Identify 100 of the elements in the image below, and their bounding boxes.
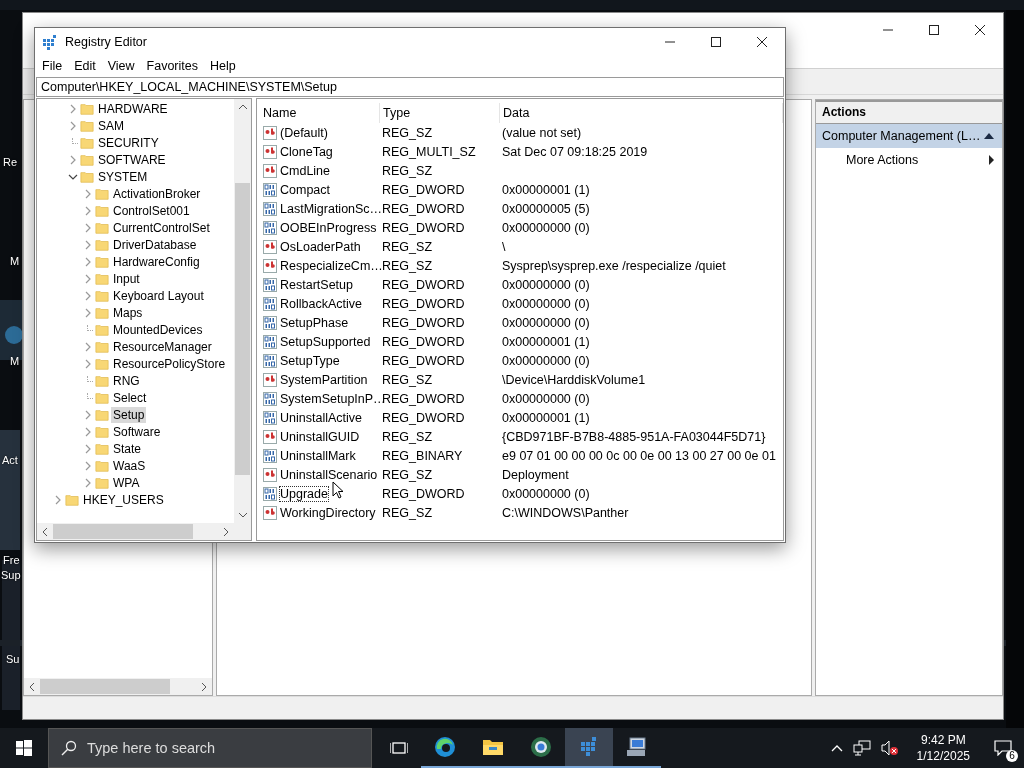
clock-date[interactable]: 1/12/2025 [916,748,970,764]
close-icon[interactable] [757,37,767,47]
value-name[interactable]: RestartSetup [280,277,353,292]
chevron-up-icon[interactable] [830,744,843,752]
value-name[interactable]: UninstallGUID [280,429,360,444]
start-icon[interactable] [16,740,32,756]
column-header[interactable]: Type [380,103,500,123]
tree-item[interactable]: Software [111,423,163,440]
desktop-icon-label[interactable]: Fre [3,554,20,566]
globe-icon[interactable] [529,735,553,759]
value-data: 0x00000000 (0) [502,315,590,330]
tree-item[interactable]: ResourcePolicyStore [111,355,228,372]
value-data: 0x00000000 (0) [502,353,590,368]
maximize-icon[interactable] [711,37,721,47]
menu-item[interactable]: File [36,59,69,73]
value-name[interactable]: UninstallMark [280,448,356,463]
value-name[interactable]: CmdLine [280,163,331,178]
value-name[interactable]: RespecializeCm… [280,258,383,273]
tree-item[interactable]: WPA [111,474,142,491]
value-type: REG_DWORD [382,315,465,330]
menu-item[interactable]: Help [204,59,242,73]
task-view-icon[interactable] [390,740,408,756]
tree-item[interactable]: ActivationBroker [111,185,203,202]
tree-item[interactable]: SAM [96,117,126,134]
value-name[interactable]: RollbackActive [280,296,362,311]
desktop-icon-label[interactable]: Sup [1,569,21,581]
value-type: REG_DWORD [382,182,465,197]
value-data: 0x00000000 (0) [502,391,590,406]
column-header[interactable]: Data [500,103,783,123]
menu-item[interactable]: Edit [68,59,102,73]
action-item[interactable]: More Actions [816,148,1002,172]
search-icon [61,740,77,756]
value-data: C:\WINDOWS\Panther [502,505,629,520]
tree-item[interactable]: Setup [111,406,147,423]
value-name[interactable]: (Default) [280,125,328,140]
clock-time[interactable]: 9:42 PM [920,732,966,748]
tree-item[interactable]: HardwareConfig [111,253,202,270]
close-icon[interactable] [975,24,985,35]
value-data: e9 07 01 00 00 00 0c 00 0e 00 13 00 27 00 0e 01 [502,448,776,463]
value-name[interactable]: SetupSupported [280,334,371,349]
binary-value-icon [262,219,278,236]
tree-item[interactable]: State [111,440,144,457]
value-name[interactable]: Upgrade [280,486,328,501]
string-value-icon [262,504,278,521]
tree-item[interactable]: WaaS [111,457,148,474]
value-name[interactable]: WorkingDirectory [280,505,376,520]
tree-item[interactable]: SOFTWARE [96,151,168,168]
vertical-scrollbar[interactable] [234,99,251,523]
address-field[interactable]: Computer\HKEY_LOCAL_MACHINE\SYSTEM\Setup [36,77,784,97]
maximize-icon[interactable] [929,24,939,35]
computer-icon[interactable] [625,735,649,759]
column-header[interactable]: Name [260,103,380,123]
value-name[interactable]: UninstallScenario [280,467,378,482]
muted-speaker-icon[interactable] [880,740,899,756]
collapse-icon[interactable] [984,133,994,139]
value-data: \ [502,239,506,254]
desktop-icon-label[interactable]: Su [6,653,20,665]
value-name[interactable]: Compact [280,182,331,197]
menu-item[interactable]: View [101,59,141,73]
value-name[interactable]: OsLoaderPath [280,239,361,254]
horizontal-scrollbar[interactable] [37,523,234,540]
tree-item[interactable]: ControlSet001 [111,202,192,219]
value-name[interactable]: SetupPhase [280,315,349,330]
string-value-icon [262,162,278,179]
value-name[interactable]: SystemPartition [280,372,368,387]
desktop-icon-label[interactable]: M [10,255,20,267]
value-name[interactable]: SetupType [280,353,340,368]
action-item[interactable]: Computer Management (L… [816,124,1002,148]
horizontal-scrollbar[interactable] [24,678,212,695]
search-field[interactable]: Type here to search [48,728,372,768]
network-icon[interactable] [852,740,871,756]
tree-item[interactable]: HARDWARE [96,100,170,117]
desktop-icon-label[interactable]: Re [3,156,18,168]
tree-item[interactable]: CurrentControlSet [111,219,212,236]
tree-item[interactable]: ResourceManager [111,338,214,355]
tree-item[interactable]: Keyboard Layout [111,287,206,304]
tree-item[interactable]: SECURITY [96,134,161,151]
tree-item[interactable]: SYSTEM [96,168,150,185]
desktop-icon-label[interactable]: M [10,355,20,367]
value-name[interactable]: CloneTag [280,144,333,159]
tree-item[interactable]: HKEY_USERS [81,491,166,508]
tree-item[interactable]: DriverDatabase [111,236,199,253]
browser-icon[interactable] [433,735,457,759]
value-name[interactable]: UninstallActive [280,410,362,425]
menu-item[interactable]: Favorites [140,59,204,73]
binary-value-icon [262,200,278,217]
desktop-icon-label[interactable]: Act [2,454,18,466]
value-data: 0x00000000 (0) [502,296,590,311]
value-name[interactable]: LastMigrationSc… [280,201,383,216]
notifications-button[interactable]: 6 [988,733,1018,763]
tree-item[interactable]: MountedDevices [111,321,205,338]
value-type: REG_BINARY [382,448,463,463]
tree-item[interactable]: RNG [111,372,142,389]
tree-item[interactable]: Maps [111,304,145,321]
tree-item[interactable]: Input [111,270,142,287]
value-data: Sat Dec 07 09:18:25 2019 [502,144,648,159]
value-type: REG_DWORD [382,220,465,235]
tree-item[interactable]: Select [111,389,149,406]
value-type: REG_SZ [382,429,432,444]
value-name[interactable]: OOBEInProgress [280,220,377,235]
